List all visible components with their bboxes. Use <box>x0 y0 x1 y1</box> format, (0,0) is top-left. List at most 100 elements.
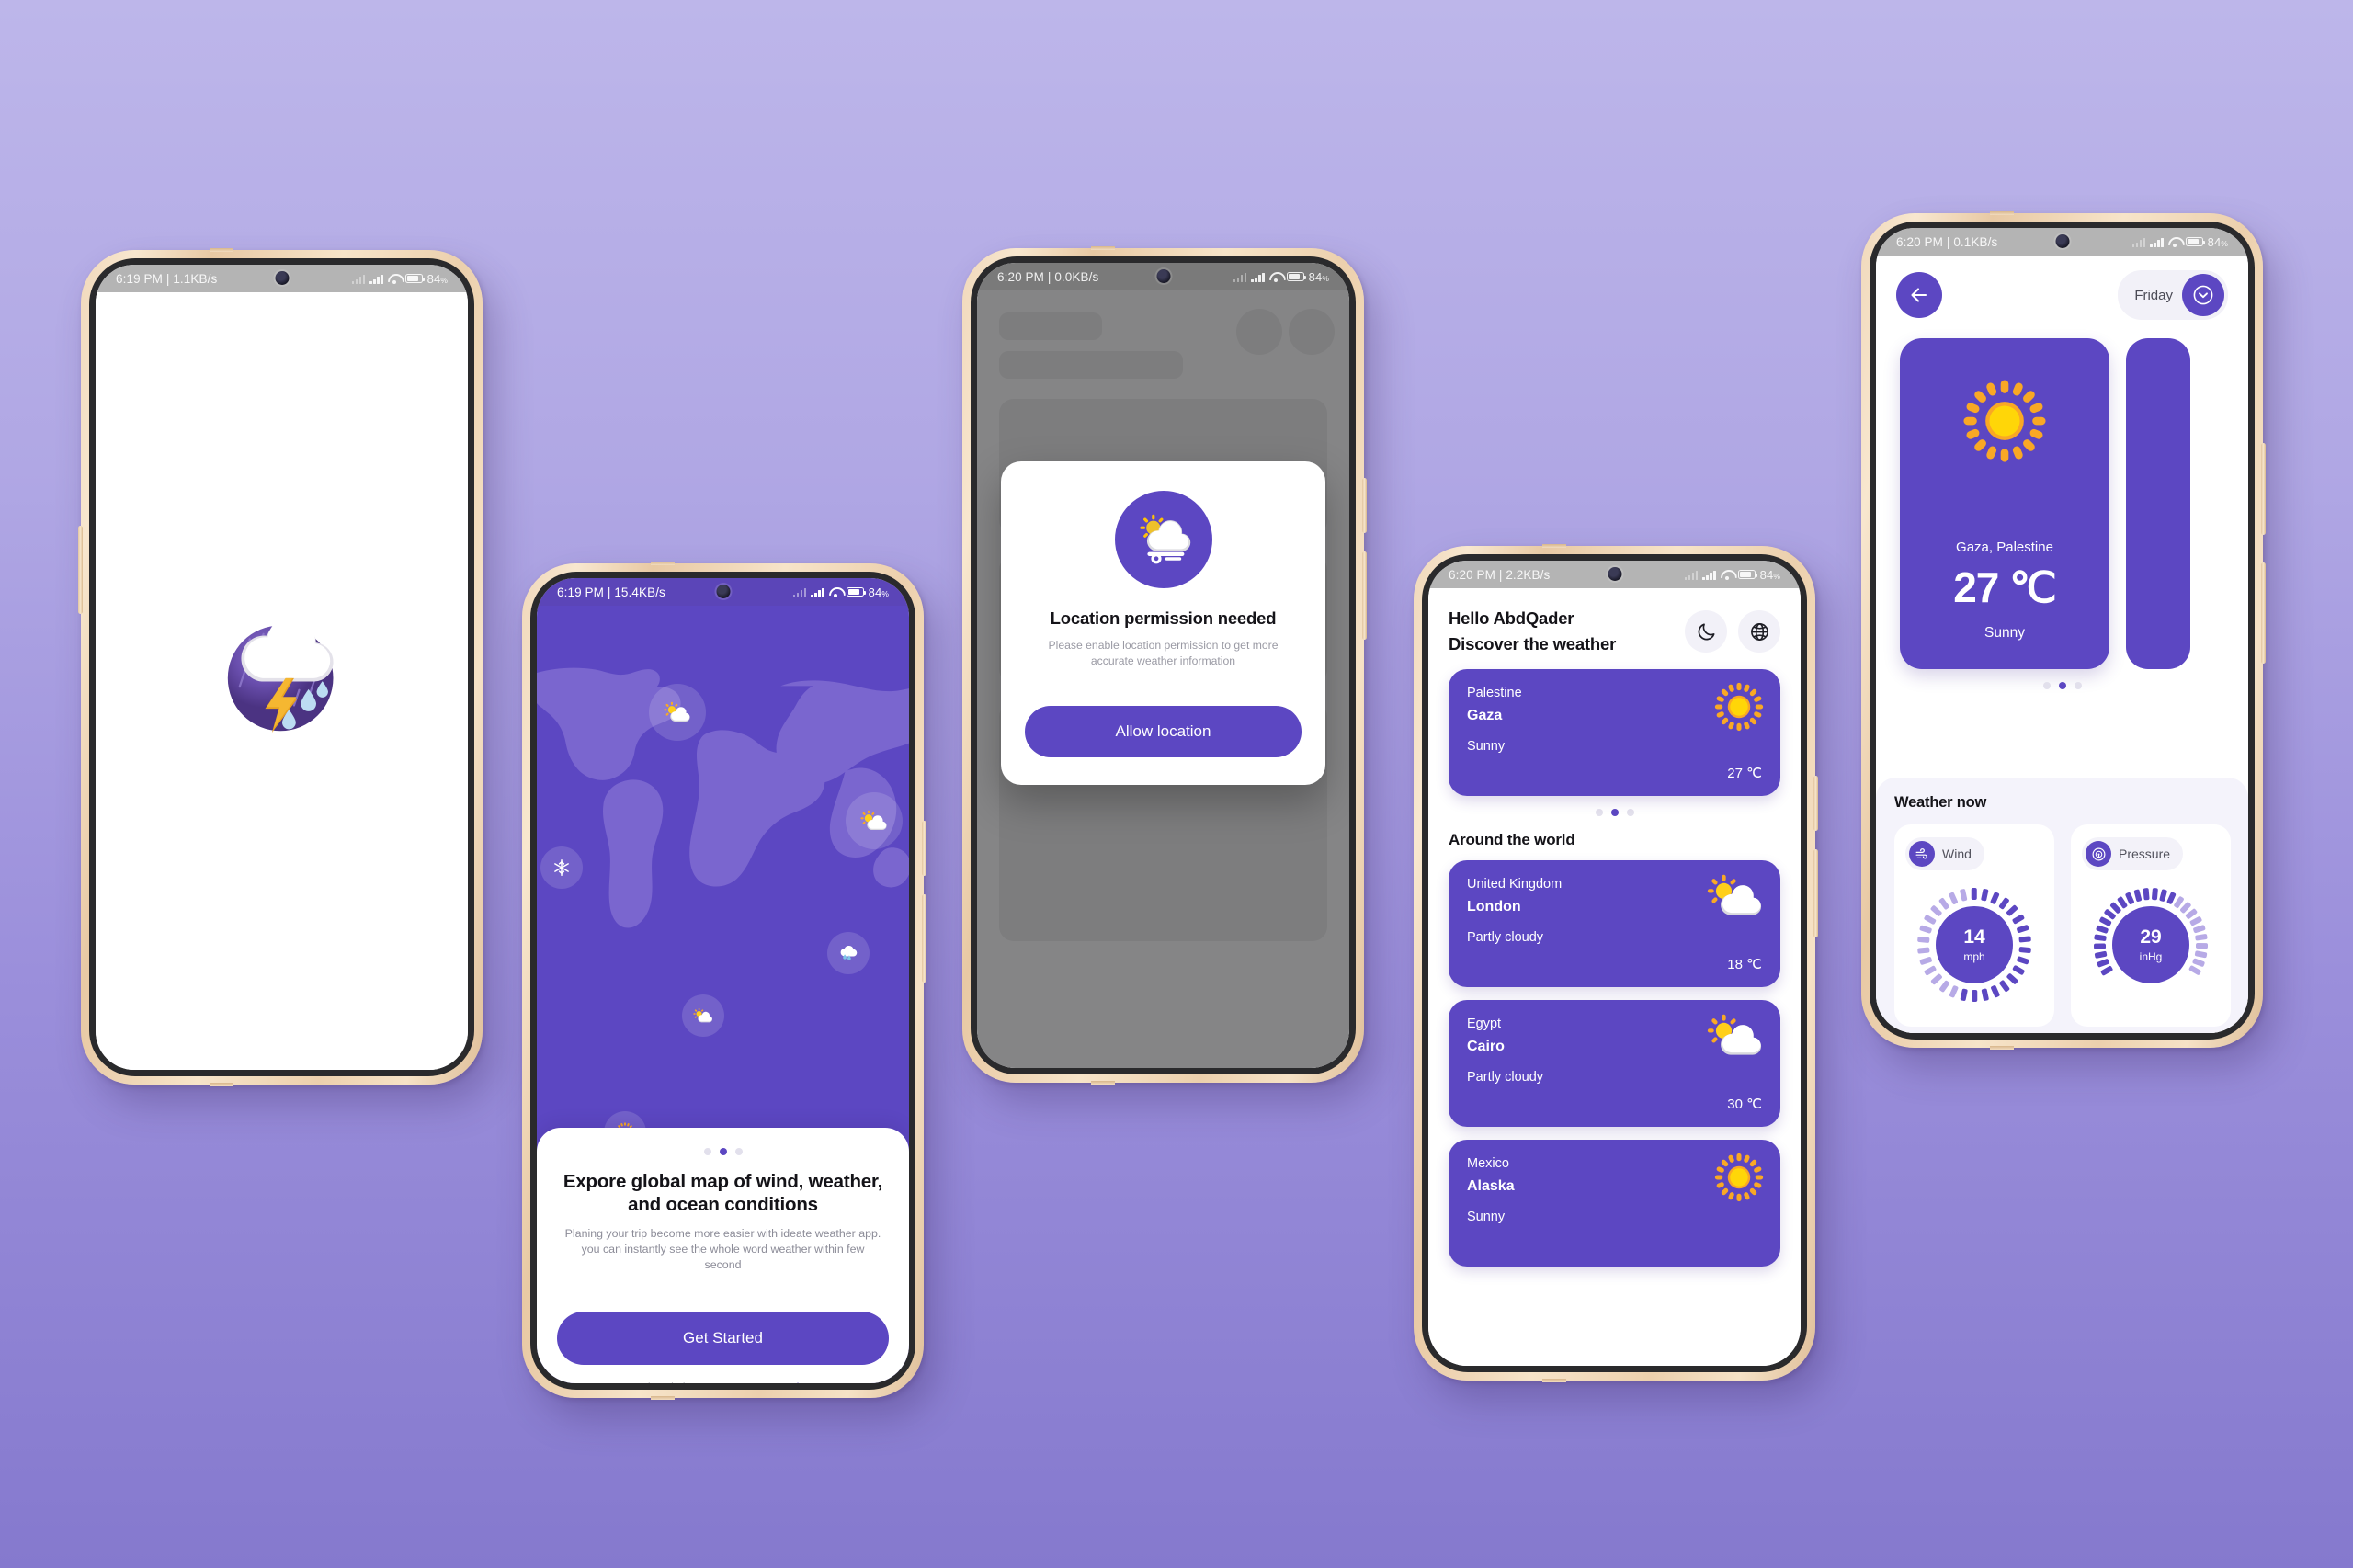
status-time: 6:20 PM <box>1449 567 1495 582</box>
home-screen: Hello AbdQader Discover the weather Pale… <box>1428 588 1801 1366</box>
carousel-dot[interactable] <box>1610 809 1619 816</box>
gauge-tick <box>2018 936 2031 943</box>
carousel-dots[interactable] <box>1449 809 1780 816</box>
power-button[interactable] <box>2261 443 2266 535</box>
carousel-dot[interactable] <box>734 1148 743 1155</box>
allow-location-button[interactable]: Allow location <box>1025 705 1302 757</box>
map-pin[interactable] <box>540 846 584 890</box>
gauge-unit: mph <box>1963 949 1985 963</box>
battery-icon <box>1737 569 1758 580</box>
carousel-dot[interactable] <box>2074 682 2082 689</box>
camera-punch-hole-icon <box>1156 269 1170 283</box>
gauge-tick <box>1917 947 1930 954</box>
status-left: 6:19 PM | 15.4KB/s <box>557 585 665 599</box>
map-pin[interactable] <box>846 792 904 850</box>
map-pin[interactable] <box>826 932 870 975</box>
status-separator: | <box>1946 234 1950 249</box>
carousel-dot[interactable] <box>2058 682 2066 689</box>
volume-button[interactable] <box>922 894 926 983</box>
status-left: 6:20 PM | 0.0KB/s <box>997 270 1098 284</box>
status-right: 84% <box>1684 567 1780 582</box>
map-pin[interactable] <box>681 994 724 1037</box>
signal-bars-secondary-icon <box>2131 237 2146 247</box>
signal-bars-secondary-icon <box>792 587 807 597</box>
phone-5-weather-detail: 6:20 PM | 0.1KB/s 84% Friday Gaza, Pales… <box>1861 211 2266 1050</box>
camera-punch-hole-icon <box>2055 234 2069 248</box>
gauge-tick <box>2006 972 2018 985</box>
volume-button[interactable] <box>2261 562 2266 664</box>
carousel-dots[interactable] <box>557 1148 889 1155</box>
gauge-tick <box>2093 943 2107 949</box>
signal-bars-secondary-icon <box>1233 272 1247 282</box>
card-condition: Sunny <box>1467 739 1506 754</box>
gauge-tick <box>1972 990 1977 1002</box>
rain-cloud-icon <box>838 943 858 963</box>
frame-nub <box>210 1083 233 1086</box>
signal-bars-icon <box>369 274 383 284</box>
weather-now-panel: Weather now Wind 14 mph Pressure 29 inHg <box>1876 778 2248 1033</box>
home-app: Hello AbdQader Discover the weather Pale… <box>1428 588 1801 1366</box>
home-header: Hello AbdQader Discover the weather <box>1449 608 1780 654</box>
volume-button[interactable] <box>78 526 83 614</box>
dark-mode-toggle-button[interactable] <box>1685 610 1727 653</box>
hero-carousel[interactable]: Gaza, Palestine 27 ℃ Sunny <box>1876 320 2248 669</box>
mockup-stage: 6:19 PM | 1.1KB/s 84% 6:19 PM | 15.4KB/s… <box>0 0 2353 1568</box>
partly-cloudy-icon <box>1707 873 1764 924</box>
volume-button[interactable] <box>1813 849 1818 937</box>
power-button[interactable] <box>1362 478 1367 533</box>
power-button[interactable] <box>922 821 926 876</box>
wifi-icon <box>1269 272 1282 282</box>
battery-percent: 84% <box>1759 567 1780 582</box>
gauge-tick <box>2006 904 2018 917</box>
splash-app <box>96 292 468 1070</box>
gauge-tick <box>2016 956 2029 965</box>
battery-percent: 84% <box>868 585 889 599</box>
status-bar: 6:20 PM | 0.0KB/s 84% <box>977 263 1349 290</box>
carousel-dots[interactable] <box>1876 682 2248 689</box>
hero-weather-card[interactable]: Gaza, Palestine 27 ℃ Sunny <box>1900 338 2109 669</box>
arrow-left-icon <box>1908 284 1930 306</box>
power-button[interactable] <box>1813 776 1818 831</box>
gauge-tick <box>1998 897 2010 910</box>
phone-2-onboarding: 6:19 PM | 15.4KB/s 84% Expore global map… <box>522 562 926 1400</box>
hero-next-card-peek[interactable] <box>2126 338 2190 669</box>
carousel-dot[interactable] <box>2042 682 2051 689</box>
world-weather-card[interactable]: Egypt Cairo Partly cloudy 30 ℃ <box>1449 1000 1780 1127</box>
gauge-card: Wind 14 mph <box>1894 824 2054 1027</box>
battery-icon <box>846 586 867 597</box>
world-weather-card[interactable]: United Kingdom London Partly cloudy 18 ℃ <box>1449 860 1780 987</box>
card-temperature: 27 ℃ <box>1727 766 1762 781</box>
gauge-tick <box>2100 965 2114 976</box>
gauge-tick <box>1930 972 1943 985</box>
day-dropdown-button[interactable] <box>2182 274 2224 316</box>
status-right: 84% <box>2131 235 2228 249</box>
carousel-dot[interactable] <box>1626 809 1634 816</box>
get-started-button[interactable]: Get Started <box>557 1312 889 1366</box>
status-bar: 6:20 PM | 2.2KB/s 84% <box>1428 561 1801 588</box>
wifi-icon <box>1721 570 1733 580</box>
partly-cloudy-icon <box>860 807 888 835</box>
phone-screen: 6:20 PM | 0.0KB/s 84% Location permissio… <box>977 263 1349 1068</box>
greeting-line-2: Discover the weather <box>1449 634 1617 653</box>
login-link[interactable]: Login <box>778 1381 806 1383</box>
frame-nub <box>1990 211 2014 215</box>
around-the-world-title: Around the world <box>1449 831 1575 848</box>
world-weather-card[interactable]: Mexico Alaska Sunny <box>1449 1140 1780 1267</box>
language-toggle-button[interactable] <box>1738 610 1780 653</box>
gauge-tick <box>1938 980 1950 993</box>
current-weather-card[interactable]: Palestine Gaza Sunny 27 ℃ <box>1449 669 1780 796</box>
back-button[interactable] <box>1896 272 1942 318</box>
volume-button[interactable] <box>1362 551 1367 640</box>
signal-bars-icon <box>2150 237 2164 247</box>
gauge-tick <box>2096 925 2109 934</box>
gauge-value-hub: 29 inHg <box>2112 906 2189 983</box>
dialog-title: Location permission needed <box>1050 608 1277 628</box>
carousel-dot[interactable] <box>719 1148 727 1155</box>
gauge-tick <box>2191 958 2206 968</box>
map-pin[interactable] <box>648 683 706 741</box>
day-selector[interactable]: Friday <box>2118 270 2228 320</box>
carousel-dot[interactable] <box>1595 809 1603 816</box>
frame-nub <box>1091 246 1115 250</box>
gauge-dial: 14 mph <box>1905 876 2043 1014</box>
carousel-dot[interactable] <box>703 1148 711 1155</box>
